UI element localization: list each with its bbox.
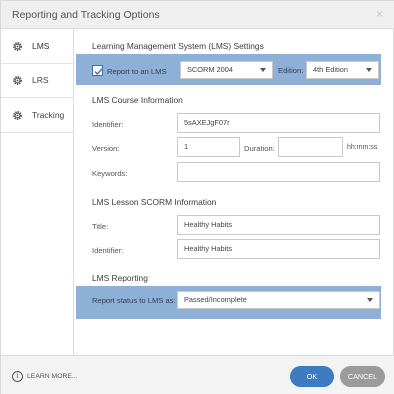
lesson-identifier-label: Identifier: — [92, 246, 124, 255]
gear-icon — [13, 41, 22, 51]
checkmark-icon — [94, 68, 103, 76]
sidebar-item-label: LMS — [32, 41, 50, 51]
settings-panel: Learning Management System (LMS) Setting… — [75, 29, 394, 355]
sidebar: LMS LRS Tracking — [1, 29, 74, 355]
version-label: Version: — [92, 144, 120, 153]
lesson-title-field[interactable]: Healthy Habits — [177, 215, 380, 235]
dialog-title: Reporting and Tracking Options — [12, 9, 160, 21]
lms-settings-heading: Learning Management System (LMS) Setting… — [92, 41, 264, 51]
learn-more-link[interactable]: i LEARN MORE... — [12, 371, 78, 382]
report-status-select[interactable]: Passed/Incomplete — [177, 291, 380, 309]
lms-standard-value: SCORM 2004 — [187, 65, 234, 74]
duration-label: Duration: — [244, 144, 275, 153]
gear-icon — [13, 110, 22, 120]
chevron-down-icon — [366, 68, 372, 72]
sidebar-divider — [1, 132, 74, 133]
sidebar-item-lrs[interactable]: LRS — [1, 63, 74, 97]
report-to-lms-checkbox[interactable] — [92, 65, 103, 76]
report-status-value: Passed/Incomplete — [184, 295, 247, 304]
sidebar-item-label: LRS — [32, 75, 49, 85]
sidebar-item-label: Tracking — [32, 110, 65, 120]
course-identifier-label: Identifier: — [92, 120, 124, 129]
chevron-down-icon — [367, 298, 373, 302]
duration-unit: hh:mm:ss — [347, 144, 378, 151]
lms-reporting-heading: LMS Reporting — [92, 273, 148, 283]
ok-button[interactable]: OK — [290, 366, 334, 387]
dialog-footer: i LEARN MORE... OK CANCEL — [1, 355, 394, 394]
gear-icon — [13, 75, 22, 85]
edition-value: 4th Edition — [313, 65, 348, 74]
version-field[interactable]: 1 — [177, 137, 240, 157]
close-icon[interactable]: × — [376, 7, 383, 21]
sidebar-item-lms[interactable]: LMS — [1, 29, 74, 63]
title-bar: Reporting and Tracking Options × — [1, 1, 394, 29]
lesson-identifier-field[interactable]: Healthy Habits — [177, 239, 380, 259]
chevron-down-icon — [260, 68, 266, 72]
reporting-options-dialog: Reporting and Tracking Options × LMS LRS — [0, 0, 394, 394]
edition-label: Edition: — [278, 66, 304, 75]
cancel-button[interactable]: CANCEL — [340, 366, 385, 387]
lesson-title-label: Title: — [92, 222, 109, 231]
learn-more-label: LEARN MORE... — [27, 373, 78, 380]
edition-select[interactable]: 4th Edition — [306, 61, 379, 79]
lesson-info-heading: LMS Lesson SCORM Information — [92, 197, 217, 207]
course-identifier-field[interactable]: 5sAXEJgF07r — [177, 113, 380, 133]
report-status-label: Report status to LMS as: — [92, 296, 176, 305]
lms-standard-select[interactable]: SCORM 2004 — [180, 61, 273, 79]
course-info-heading: LMS Course Information — [92, 95, 183, 105]
keywords-field[interactable] — [177, 162, 380, 182]
info-icon: i — [12, 371, 23, 382]
keywords-label: Keywords: — [92, 169, 128, 178]
report-to-lms-label: Report to an LMS — [107, 67, 167, 76]
duration-field[interactable] — [278, 137, 343, 157]
sidebar-item-tracking[interactable]: Tracking — [1, 98, 74, 132]
